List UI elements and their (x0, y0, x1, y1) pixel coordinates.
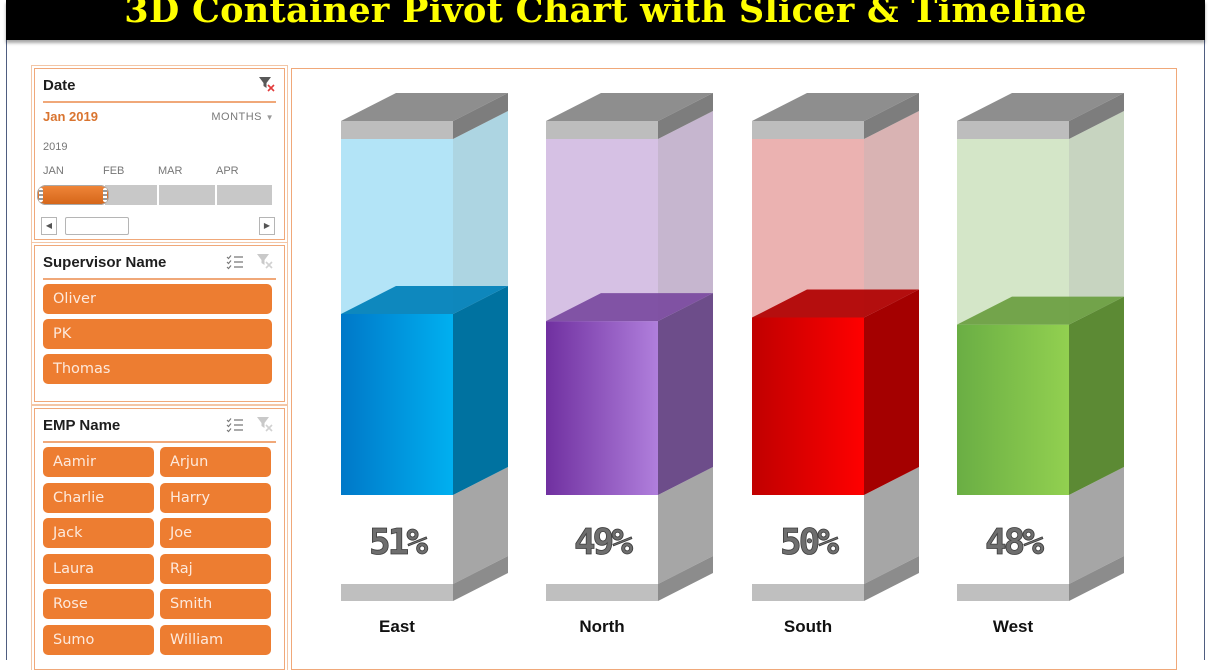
slicer-item-employee[interactable]: William (160, 624, 271, 655)
multi-select-icon[interactable] (226, 417, 244, 433)
supervisor-slicer[interactable]: Supervisor Name Oliver PK Thomas (34, 245, 285, 402)
container-foot-front (341, 584, 453, 601)
timeline-left-handle[interactable] (39, 188, 43, 202)
slicer-item-employee[interactable]: Arjun (160, 447, 271, 477)
container-lid-front (957, 121, 1069, 139)
liquid-side (864, 289, 919, 495)
dashboard-title: 3D Container Pivot Chart with Slicer & T… (124, 0, 1087, 31)
data-label: 50% (780, 522, 839, 563)
multi-select-icon[interactable] (226, 254, 244, 270)
scroll-left-button[interactable]: ◀ (41, 217, 57, 235)
container-lid-front (341, 121, 453, 139)
filter-clear-icon[interactable] (256, 415, 274, 433)
data-label: 48% (985, 522, 1044, 563)
data-label: 49% (574, 522, 633, 563)
slicer-item-employee[interactable]: Aamir (43, 447, 154, 477)
timeline-month-cell-apr[interactable] (217, 185, 272, 205)
liquid-front (341, 314, 453, 495)
timeline-month-label: APR (216, 165, 239, 177)
timeline-selected-period: Jan 2019 (43, 109, 98, 124)
employee-slicer[interactable]: EMP Name Aamir Arjun Charlie Harry Jack Joe La… (34, 408, 285, 670)
scroll-right-button[interactable]: ▶ (259, 217, 275, 235)
timeline-month-label: JAN (43, 165, 64, 177)
container-foot-front (957, 584, 1069, 601)
arrow-right-icon: ▶ (263, 221, 271, 230)
timeline-scrollbar-thumb[interactable] (65, 217, 129, 235)
slicer-item-employee[interactable]: Jack (43, 518, 154, 548)
data-label: 51% (369, 522, 428, 563)
employee-slicer-header: EMP Name (43, 409, 276, 443)
category-label: East (379, 617, 415, 636)
slicer-item-employee[interactable]: Joe (160, 518, 271, 548)
timeline-level-dropdown[interactable]: MONTHS ▼ (211, 111, 274, 123)
timeline-selection-bar[interactable] (37, 185, 109, 205)
arrow-left-icon: ◀ (45, 221, 53, 230)
container-bar-west: 48% West (957, 93, 1124, 636)
liquid-front (546, 321, 658, 495)
container-bar-north: 49% North (546, 93, 713, 636)
slicer-item-employee[interactable]: Smith (160, 589, 271, 619)
date-timeline[interactable]: Date Jan 2019 MONTHS ▼ 2019 JAN FEB MAR … (34, 68, 285, 240)
slicer-item-supervisor[interactable]: PK (43, 319, 272, 349)
chevron-down-icon: ▼ (265, 113, 274, 122)
liquid-side (658, 293, 713, 495)
slicer-item-employee[interactable]: Laura (43, 553, 154, 584)
chart-area: 51% East 49% North 50% South 48% West (291, 68, 1177, 670)
timeline-year: 2019 (43, 141, 68, 153)
slicer-item-supervisor[interactable]: Thomas (43, 354, 272, 384)
timeline-header: Date (43, 69, 276, 103)
container-lid-front (546, 121, 658, 139)
container-foot-front (752, 584, 864, 601)
container-chart: 51% East 49% North 50% South 48% West (341, 93, 1124, 636)
liquid-side (453, 286, 508, 495)
timeline-month-label: FEB (103, 165, 125, 177)
container-lid-front (752, 121, 864, 139)
liquid-front (752, 317, 864, 495)
slicer-item-employee[interactable]: Charlie (43, 482, 154, 513)
timeline-month-label: MAR (158, 165, 183, 177)
container-bar-south: 50% South (752, 93, 919, 636)
container-glass-side (453, 111, 508, 314)
timeline-right-handle[interactable] (103, 188, 107, 202)
title-banner: 3D Container Pivot Chart with Slicer & T… (6, 0, 1205, 40)
timeline-month-cell-mar[interactable] (159, 185, 215, 205)
slicer-item-supervisor[interactable]: Oliver (43, 284, 272, 314)
timeline-level-label: MONTHS (211, 111, 263, 123)
container-glass-side (658, 111, 713, 322)
timeline-title: Date (43, 77, 76, 94)
container-foot-front (546, 584, 658, 601)
container-glass-side (864, 111, 919, 318)
liquid-front (957, 324, 1069, 495)
filter-clear-icon[interactable] (256, 252, 274, 270)
timeline-month-cell-feb[interactable] (105, 185, 157, 205)
liquid-side (1069, 296, 1124, 495)
supervisor-slicer-header: Supervisor Name (43, 246, 276, 280)
slicer-item-employee[interactable]: Sumo (43, 624, 154, 655)
slicer-item-employee[interactable]: Rose (43, 589, 154, 619)
category-label: North (579, 617, 624, 636)
category-label: West (993, 617, 1034, 636)
filter-clear-icon[interactable] (258, 75, 276, 93)
category-label: South (784, 617, 832, 636)
container-bar-east: 51% East (341, 93, 508, 636)
employee-slicer-title: EMP Name (43, 417, 121, 434)
slicer-item-employee[interactable]: Harry (160, 482, 271, 513)
supervisor-slicer-title: Supervisor Name (43, 254, 167, 271)
slicer-item-employee[interactable]: Raj (160, 553, 271, 584)
container-glass-side (1069, 111, 1124, 325)
